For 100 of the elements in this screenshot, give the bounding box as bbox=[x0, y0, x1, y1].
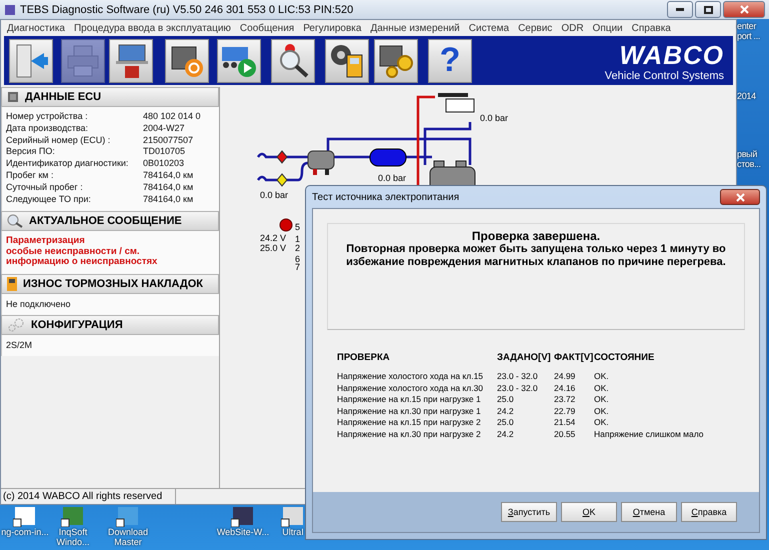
field-value: 784164,0 км bbox=[143, 170, 194, 182]
voltage-reading: 25.0 V bbox=[260, 243, 286, 253]
desktop-icon-label: UltraI bbox=[282, 527, 304, 537]
gauge-meter-icon bbox=[7, 276, 17, 291]
table-cell-text: Напряжение холостого хода на кл.30 bbox=[337, 382, 484, 394]
field-label: Следующее ТО при: bbox=[6, 194, 92, 206]
field-value: 784164,0 км bbox=[143, 194, 194, 206]
menu-item[interactable]: Регулировка bbox=[303, 22, 362, 34]
column-header: СОСТОЯНИЕ bbox=[594, 352, 656, 363]
toolbar-button[interactable] bbox=[374, 38, 418, 82]
menu-item[interactable]: ODR bbox=[561, 22, 584, 34]
minimize-icon bbox=[676, 8, 684, 11]
laptop-icon bbox=[113, 42, 149, 78]
gauge-meter-icon bbox=[329, 42, 365, 78]
pressure-reading: 0.0 bar bbox=[378, 173, 406, 183]
section-title: ИЗНОС ТОРМОЗНЫХ НАКЛАДОК bbox=[23, 278, 203, 290]
minimize-button[interactable] bbox=[667, 1, 693, 18]
table-cell-text: 25.0 bbox=[497, 394, 515, 406]
menu-item[interactable]: Опции bbox=[592, 22, 623, 34]
table-cell-text: 20.55 bbox=[554, 428, 576, 441]
table-cell-text: OK. bbox=[594, 394, 610, 406]
toolbar-button[interactable] bbox=[109, 38, 153, 82]
table-cell-text: Напряжение на кл.15 при нагрузке 1 bbox=[337, 394, 482, 406]
field-label: Идентификатор диагностики: bbox=[6, 158, 130, 170]
menu-item[interactable]: Данные измерений bbox=[370, 22, 460, 34]
toolbar-button[interactable] bbox=[271, 38, 315, 82]
toolbar-button[interactable] bbox=[165, 38, 209, 82]
toolbar-button[interactable] bbox=[325, 38, 369, 82]
maximize-button[interactable] bbox=[695, 1, 721, 18]
table-cell-text: 24.16 bbox=[554, 382, 576, 394]
printer-icon bbox=[66, 44, 100, 78]
desktop-icon-label: 2014 bbox=[737, 91, 756, 101]
section-text: 2S/2M bbox=[6, 340, 34, 351]
desktop-icon-label: Download Master bbox=[106, 527, 150, 547]
chip-icon bbox=[7, 91, 19, 103]
status-text: (c) 2014 WABCO All rights reserved bbox=[1, 489, 176, 504]
dialog-title: Тест источника электропитания bbox=[312, 192, 460, 202]
toolbar-button[interactable] bbox=[217, 38, 261, 82]
pressure-reading: 0.0 bar bbox=[480, 113, 508, 123]
toolbar-button[interactable]: ? bbox=[428, 38, 472, 82]
table-cell-text: 25.0 bbox=[497, 417, 515, 429]
field-value: 2004-W27 bbox=[143, 122, 186, 135]
field-label: Суточный пробег : bbox=[6, 182, 84, 194]
table-cell-text: OK. bbox=[594, 371, 610, 383]
menu-item[interactable]: Справка bbox=[632, 22, 671, 34]
menu-item[interactable]: Процедура ввода в эксплуатацию bbox=[74, 22, 231, 34]
close-icon bbox=[740, 5, 748, 14]
desktop-icon-label: ng-com-in... bbox=[1, 527, 49, 537]
desktop-icon-label: стов... bbox=[737, 159, 761, 169]
table-cell-text: Напряжение слишком мало bbox=[594, 428, 705, 441]
desktop-icon-label: WebSite-W... bbox=[216, 527, 270, 537]
shortcut-icon[interactable] bbox=[231, 507, 255, 527]
field-label: Пробег км : bbox=[6, 170, 54, 182]
desktop-icon-label: InqSoft Windo... bbox=[55, 527, 90, 547]
table-cell-text: Напряжение на кл.30 при нагрузке 1 bbox=[337, 406, 482, 418]
maximize-icon bbox=[704, 6, 712, 14]
close-button[interactable] bbox=[720, 189, 760, 205]
table-cell-text: OK. bbox=[594, 406, 610, 418]
menu-item[interactable]: Диагностика bbox=[7, 22, 65, 34]
pin-number: 2 bbox=[295, 243, 300, 253]
section-title: АКТУАЛЬНОЕ СООБЩЕНИЕ bbox=[29, 215, 182, 228]
desktop-icon-label: рвый bbox=[737, 149, 758, 159]
menu-item[interactable]: Система bbox=[468, 22, 510, 34]
table-cell-text: 22.79 bbox=[554, 406, 576, 418]
shortcut-icon[interactable] bbox=[61, 507, 85, 527]
message-text: Повторная проверка может быть запущена только через 1 минуту во избежание повреждения магнитных клапанов по причине перегрева. bbox=[345, 243, 727, 269]
shortcut-icon[interactable] bbox=[116, 507, 140, 527]
table-cell-text: Напряжение холостого хода на кл.15 bbox=[337, 371, 484, 383]
close-button[interactable] bbox=[723, 1, 765, 18]
table-cell-text: 23.0 - 32.0 bbox=[497, 382, 539, 394]
column-header: ФАКТ[V] bbox=[554, 352, 594, 363]
dialog-button[interactable]: Отмена bbox=[621, 502, 677, 522]
dialog-button[interactable]: OK bbox=[561, 502, 617, 522]
close-icon bbox=[736, 192, 744, 202]
table-cell-text: 24.99 bbox=[554, 371, 576, 383]
desktop-icon-label: enter bbox=[737, 21, 756, 31]
alert-message: Параметризация особые неисправности / см. информацию о неисправностях bbox=[6, 236, 158, 268]
shortcut-icon[interactable] bbox=[13, 507, 37, 527]
magnifier-icon bbox=[7, 214, 23, 228]
table-cell-text: 21.54 bbox=[554, 417, 576, 429]
section-title: КОНФИГУРАЦИЯ bbox=[31, 318, 123, 331]
logo-name: WABCO bbox=[619, 40, 724, 70]
voltage-reading: 24.2 V bbox=[260, 233, 286, 243]
pin-number: 5 bbox=[295, 222, 300, 232]
menu-item[interactable]: Сервис bbox=[518, 22, 552, 34]
section-title: ДАННЫЕ ECU bbox=[25, 91, 102, 103]
field-label: Серийный номер (ECU) : bbox=[6, 134, 112, 146]
table-cell-text: OK. bbox=[594, 417, 610, 429]
app-icon bbox=[4, 4, 16, 16]
field-label: Версия ПО: bbox=[6, 146, 56, 158]
table-cell-text: 24.2 bbox=[497, 406, 515, 418]
menu-item[interactable]: Сообщения bbox=[240, 22, 294, 34]
table-cell-text: OK. bbox=[594, 382, 610, 394]
table-cell-text: Напряжение на кл.15 при нагрузке 2 bbox=[337, 417, 482, 429]
pressure-reading: 0.0 bar bbox=[260, 190, 288, 200]
dialog-button[interactable]: Запустить bbox=[501, 502, 557, 522]
pin-number: 6 bbox=[295, 254, 300, 264]
section-text: Не подключено bbox=[6, 298, 72, 310]
dialog-button[interactable]: Справка bbox=[681, 502, 737, 522]
shortcut-icon[interactable] bbox=[281, 507, 305, 527]
